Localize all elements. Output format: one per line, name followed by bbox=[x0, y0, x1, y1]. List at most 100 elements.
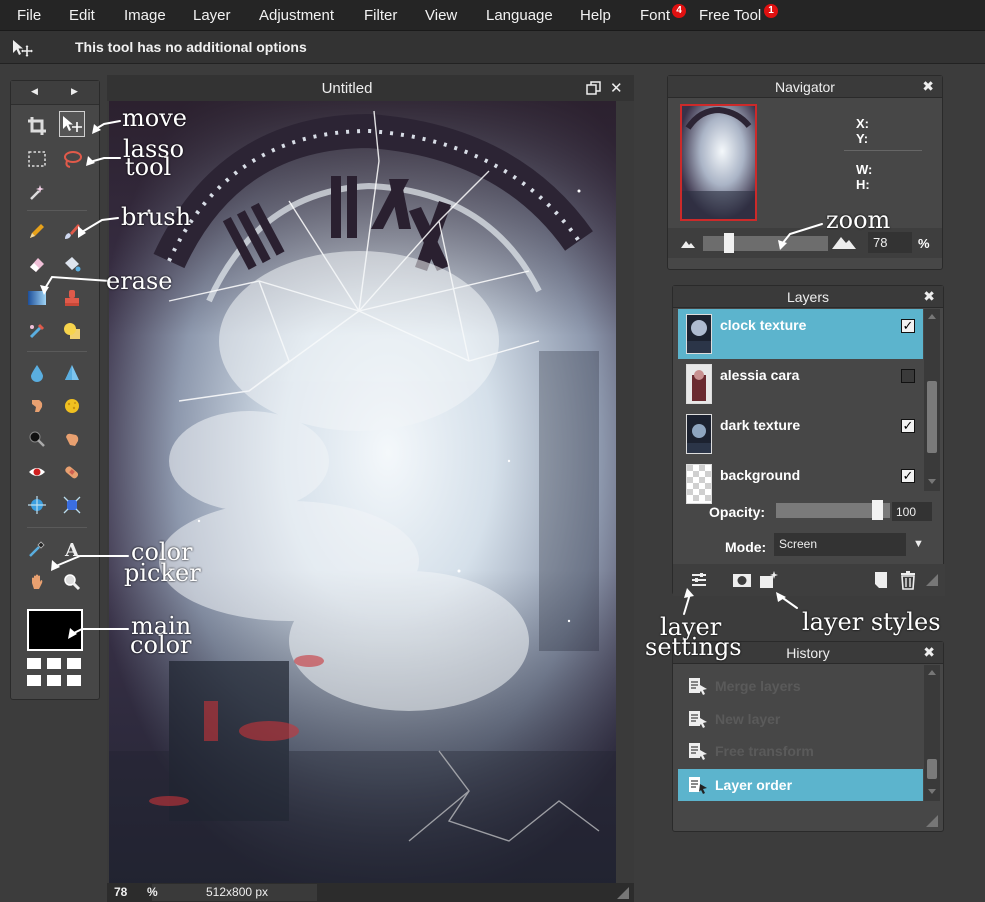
move-tool[interactable] bbox=[59, 111, 85, 137]
palette-swatch[interactable] bbox=[67, 675, 81, 686]
trash-icon[interactable] bbox=[898, 570, 918, 590]
sharpen-tool[interactable] bbox=[59, 360, 85, 386]
main-color-swatch[interactable] bbox=[27, 609, 83, 651]
magic-wand-tool[interactable] bbox=[24, 179, 50, 205]
layer-row[interactable]: background ✓ bbox=[678, 459, 923, 509]
layer-row[interactable]: dark texture ✓ bbox=[678, 409, 923, 459]
crop-tool[interactable] bbox=[24, 113, 50, 139]
navigator-thumbnail[interactable] bbox=[680, 104, 757, 221]
zoom-slider-track[interactable] bbox=[703, 236, 828, 251]
collapse-left-icon[interactable]: ◀ bbox=[31, 86, 38, 97]
smudge-tool[interactable] bbox=[24, 393, 50, 419]
scroll-down-icon[interactable] bbox=[928, 479, 936, 484]
menu-font[interactable]: Font bbox=[640, 7, 670, 24]
dodge-tool[interactable] bbox=[24, 426, 50, 452]
layer-mask-icon[interactable] bbox=[732, 570, 752, 590]
resize-grip-icon[interactable] bbox=[926, 815, 938, 827]
bloat-tool[interactable] bbox=[24, 492, 50, 518]
marquee-tool[interactable] bbox=[24, 146, 50, 172]
resize-grip-icon[interactable] bbox=[926, 574, 938, 586]
annotation-move: move bbox=[122, 104, 187, 132]
burn-tool[interactable] bbox=[59, 426, 85, 452]
layer-settings-icon[interactable] bbox=[689, 570, 709, 590]
resize-grip-icon[interactable] bbox=[617, 887, 629, 899]
menu-help[interactable]: Help bbox=[580, 7, 611, 24]
close-icon[interactable]: ✖ bbox=[922, 78, 934, 95]
palette-swatch[interactable] bbox=[27, 658, 41, 669]
type-tool[interactable]: A bbox=[59, 536, 85, 562]
close-icon[interactable]: ✖ bbox=[923, 288, 935, 305]
history-item[interactable]: New layer bbox=[678, 703, 923, 735]
history-item[interactable]: Merge layers bbox=[678, 670, 923, 702]
canvas-titlebar[interactable]: Untitled ✕ bbox=[107, 75, 634, 101]
eraser-tool[interactable] bbox=[24, 251, 50, 277]
layers-scroll-thumb[interactable] bbox=[927, 381, 937, 453]
new-layer-icon[interactable] bbox=[871, 570, 891, 590]
palette-swatch[interactable] bbox=[67, 658, 81, 669]
maximize-icon[interactable] bbox=[586, 81, 601, 95]
gradient-tool[interactable] bbox=[24, 285, 50, 311]
zoom-input[interactable]: 78 bbox=[868, 232, 912, 253]
shape-tool[interactable] bbox=[59, 318, 85, 344]
zoom-tool[interactable] bbox=[59, 569, 85, 595]
palette-swatch[interactable] bbox=[27, 675, 41, 686]
free-tool-badge: 1 bbox=[764, 4, 778, 18]
navigator-header[interactable]: Navigator ✖ bbox=[668, 76, 942, 98]
close-icon[interactable]: ✖ bbox=[923, 644, 935, 661]
history-item[interactable]: Layer order bbox=[678, 769, 923, 801]
menu-filter[interactable]: Filter bbox=[364, 7, 397, 24]
menu-view[interactable]: View bbox=[425, 7, 457, 24]
layer-visibility-checkbox[interactable]: ✓ bbox=[901, 419, 915, 433]
menu-edit[interactable]: Edit bbox=[69, 7, 95, 24]
brush-tool[interactable] bbox=[59, 218, 85, 244]
opacity-slider-handle[interactable] bbox=[872, 500, 883, 520]
scroll-down-icon[interactable] bbox=[928, 789, 936, 794]
palette-swatch[interactable] bbox=[47, 658, 61, 669]
sponge-tool[interactable] bbox=[59, 393, 85, 419]
palette-swatch[interactable] bbox=[47, 675, 61, 686]
status-zoom[interactable]: 78 bbox=[114, 885, 127, 899]
blend-mode-select[interactable]: Screen bbox=[774, 533, 906, 556]
blur-tool[interactable] bbox=[24, 360, 50, 386]
layer-row[interactable]: alessia cara ✓ bbox=[678, 359, 923, 409]
menu-free-tool[interactable]: Free Tool bbox=[699, 7, 761, 24]
spot-heal-tool[interactable] bbox=[59, 459, 85, 485]
opacity-input[interactable]: 100 bbox=[892, 502, 932, 521]
layers-header[interactable]: Layers ✖ bbox=[673, 286, 943, 308]
layer-visibility-checkbox[interactable]: ✓ bbox=[901, 369, 915, 383]
zoom-unit: % bbox=[918, 236, 930, 251]
pinch-tool[interactable] bbox=[59, 492, 85, 518]
shape-icon bbox=[64, 323, 80, 339]
zoom-out-mountain-icon[interactable] bbox=[681, 239, 695, 248]
zoom-slider-handle[interactable] bbox=[724, 233, 734, 253]
close-icon[interactable]: ✕ bbox=[610, 79, 623, 97]
blur-drop-icon bbox=[31, 365, 43, 382]
lasso-tool[interactable] bbox=[59, 146, 85, 172]
menu-file[interactable]: File bbox=[17, 7, 41, 24]
paint-bucket-tool[interactable] bbox=[59, 251, 85, 277]
history-scrollbar[interactable] bbox=[924, 665, 940, 801]
history-scroll-thumb[interactable] bbox=[927, 759, 937, 779]
navigator-title: Navigator bbox=[775, 79, 835, 95]
pencil-tool[interactable] bbox=[24, 218, 50, 244]
color-replace-tool[interactable] bbox=[24, 318, 50, 344]
layer-row[interactable]: clock texture ✓ bbox=[678, 309, 923, 359]
zoom-in-mountain-icon[interactable] bbox=[832, 235, 856, 249]
collapse-right-icon[interactable]: ▶ bbox=[71, 86, 78, 97]
hand-tool[interactable] bbox=[24, 569, 50, 595]
layer-styles-icon[interactable] bbox=[759, 570, 779, 590]
menu-layer[interactable]: Layer bbox=[193, 7, 231, 24]
history-item[interactable]: Free transform bbox=[678, 735, 923, 767]
layers-scrollbar[interactable] bbox=[924, 309, 940, 491]
menu-adjustment[interactable]: Adjustment bbox=[259, 7, 334, 24]
chevron-down-icon[interactable]: ▼ bbox=[913, 538, 924, 550]
menu-image[interactable]: Image bbox=[124, 7, 166, 24]
layer-visibility-checkbox[interactable]: ✓ bbox=[901, 319, 915, 333]
scroll-up-icon[interactable] bbox=[928, 314, 936, 319]
scroll-up-icon[interactable] bbox=[928, 670, 936, 675]
red-eye-tool[interactable] bbox=[24, 459, 50, 485]
clone-stamp-tool[interactable] bbox=[59, 285, 85, 311]
menu-language[interactable]: Language bbox=[486, 7, 553, 24]
layer-visibility-checkbox[interactable]: ✓ bbox=[901, 469, 915, 483]
color-picker-tool[interactable] bbox=[24, 536, 50, 562]
